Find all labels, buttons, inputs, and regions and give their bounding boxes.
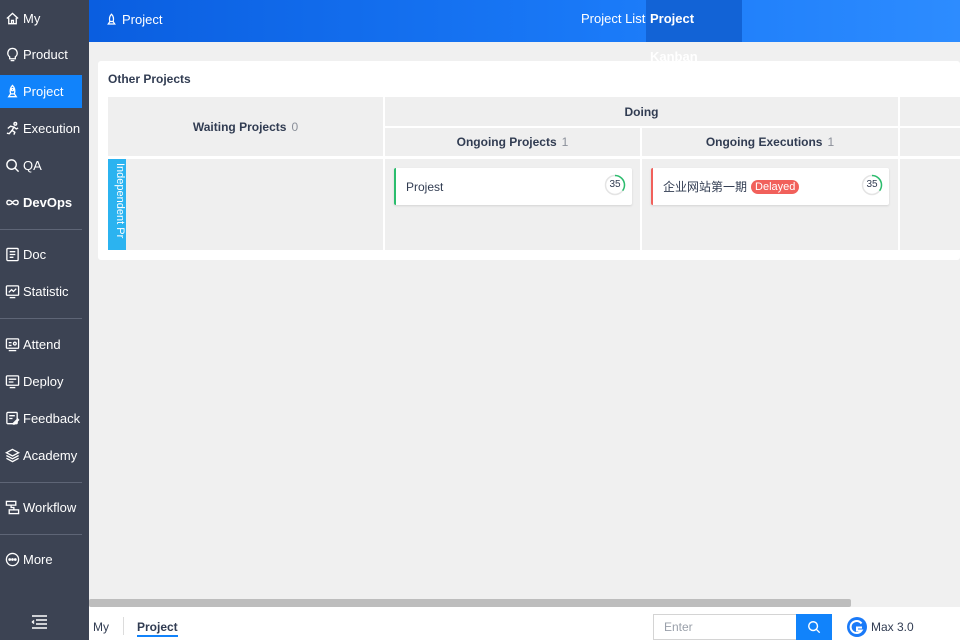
workflow-icon — [4, 500, 20, 516]
column-group-doing: Doing — [385, 97, 898, 126]
sidebar-item-devops[interactable]: DevOps — [0, 186, 82, 219]
column-label: Ongoing Projects — [456, 135, 557, 149]
sidebar-item-more[interactable]: More — [0, 543, 82, 576]
sidebar-item-deploy[interactable]: Deploy — [0, 365, 82, 398]
run-icon — [4, 121, 20, 137]
sidebar-item-project[interactable]: Project — [0, 75, 82, 108]
footer: My Project Max 3.0 — [89, 607, 960, 640]
sidebar-item-label: Academy — [23, 448, 78, 463]
header-title: Project — [105, 12, 162, 27]
breadcrumb-project[interactable]: Project — [137, 620, 178, 637]
deploy-icon — [4, 374, 20, 390]
sidebar-divider — [0, 318, 82, 319]
progress-ring: 35 — [861, 174, 883, 196]
sidebar-divider — [0, 482, 82, 483]
swimlane-label: Independent Pr — [108, 159, 126, 250]
more-icon — [4, 552, 20, 568]
column-count: 0 — [291, 119, 299, 134]
sidebar-item-academy[interactable]: Academy — [0, 439, 82, 472]
sidebar-item-my[interactable]: My — [0, 2, 82, 35]
column-header-extra — [900, 128, 960, 156]
cell-waiting — [108, 159, 383, 250]
sidebar-item-statistic[interactable]: Statistic — [0, 275, 82, 308]
sidebar-item-label: More — [23, 552, 53, 567]
qa-icon — [4, 158, 20, 174]
search-button[interactable] — [796, 614, 832, 640]
chart-icon — [4, 284, 20, 300]
sidebar-item-label: Feedback — [23, 411, 81, 426]
sidebar-item-label: Project — [23, 84, 64, 99]
column-header-ongoing-projects: Ongoing Projects 1 — [385, 128, 640, 156]
column-header-extra — [900, 97, 960, 126]
sidebar-item-feedback[interactable]: Feedback — [0, 402, 82, 435]
column-label: Ongoing Executions — [705, 135, 823, 149]
card-title: 企业网站第一期 — [663, 180, 748, 194]
sidebar-item-execution[interactable]: Execution — [0, 112, 82, 145]
infinity-icon — [4, 195, 20, 211]
project-icon — [4, 84, 20, 100]
column-group-label: Doing — [624, 104, 659, 119]
version-info[interactable]: Max 3.0 — [846, 616, 914, 638]
card-title: Projest — [406, 179, 444, 194]
tab-project-kanban[interactable]: Project Kanban — [646, 0, 742, 64]
horizontal-scrollbar[interactable] — [89, 599, 851, 607]
column-count: 1 — [561, 135, 569, 149]
menu-toggle-icon[interactable] — [30, 614, 50, 630]
breadcrumb-my[interactable]: My — [93, 620, 109, 634]
sidebar-item-label: Execution — [23, 121, 81, 136]
delayed-badge: Delayed — [751, 179, 800, 194]
cell-extra — [900, 159, 960, 250]
search-input[interactable] — [653, 614, 796, 640]
header-title-label: Project — [122, 12, 163, 27]
sidebar-divider — [0, 229, 82, 230]
tab-project-list[interactable]: Project List — [577, 0, 649, 42]
column-header-waiting: Waiting Projects 0 — [108, 97, 383, 156]
column-count: 1 — [827, 135, 835, 149]
sidebar-divider — [0, 534, 82, 535]
execution-card[interactable]: 企业网站第一期 Delayed 35 — [651, 168, 889, 205]
search-icon — [808, 621, 821, 634]
breadcrumb-divider — [123, 617, 124, 635]
kanban-panel: Other Projects Waiting Projects 0 Doing … — [98, 61, 960, 260]
sidebar-item-label: Product — [23, 47, 68, 62]
panel-title: Other Projects — [108, 72, 191, 86]
attend-icon — [4, 337, 20, 353]
feedback-icon — [4, 411, 20, 427]
academy-icon — [4, 448, 20, 464]
kanban-board: Waiting Projects 0 Doing Ongoing Project… — [108, 97, 960, 250]
column-header-ongoing-executions: Ongoing Executions 1 — [642, 128, 898, 156]
home-icon — [4, 11, 20, 27]
sidebar-item-label: Workflow — [23, 500, 77, 515]
progress-ring: 35 — [604, 174, 626, 196]
progress-value: 35 — [866, 179, 878, 190]
lightbulb-icon — [4, 47, 20, 63]
project-card[interactable]: Projest 35 — [394, 168, 632, 205]
sidebar-item-label: Doc — [23, 247, 47, 262]
project-icon — [107, 13, 116, 25]
doc-icon — [4, 247, 20, 263]
column-label: Waiting Projects — [192, 119, 287, 134]
version-label: Max 3.0 — [871, 620, 914, 634]
sidebar-item-qa[interactable]: QA — [0, 149, 82, 182]
sidebar-item-attend[interactable]: Attend — [0, 328, 82, 361]
sidebar: My Product Project Execution QA DevOps D… — [0, 0, 89, 640]
logo-icon — [847, 617, 867, 637]
sidebar-item-doc[interactable]: Doc — [0, 238, 82, 271]
sidebar-item-label: QA — [23, 158, 42, 173]
sidebar-item-label: Statistic — [23, 284, 69, 299]
sidebar-item-product[interactable]: Product — [0, 38, 82, 71]
sidebar-item-label: My — [23, 11, 41, 26]
sidebar-item-label: Attend — [23, 337, 61, 352]
sidebar-item-workflow[interactable]: Workflow — [0, 491, 82, 524]
header: Project Project List Project Kanban — [89, 0, 960, 64]
progress-value: 35 — [609, 179, 621, 190]
sidebar-item-label: Deploy — [23, 374, 64, 389]
sidebar-item-label: DevOps — [23, 195, 73, 210]
